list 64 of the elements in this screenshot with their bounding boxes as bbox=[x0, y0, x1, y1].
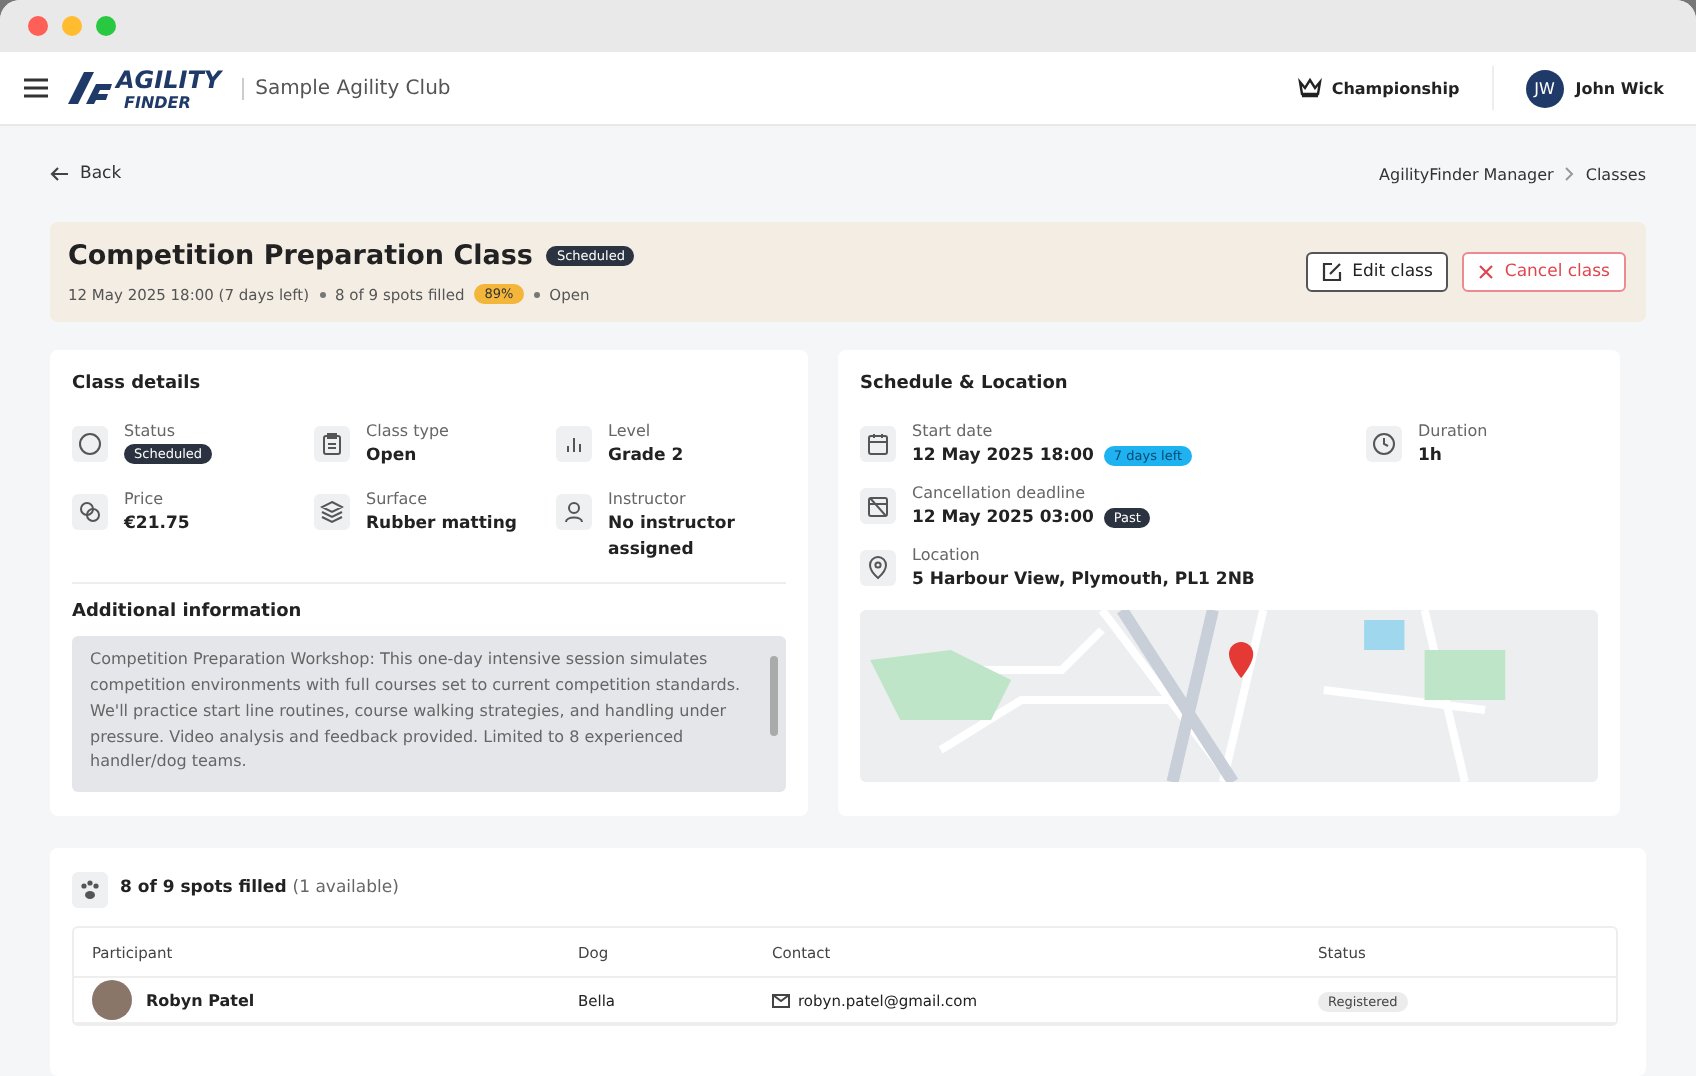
participant-name: Robyn Patel bbox=[146, 991, 255, 1010]
person-icon bbox=[562, 499, 587, 524]
circle-icon bbox=[78, 432, 102, 456]
field-label: Class type bbox=[366, 422, 449, 440]
card-title: Class details bbox=[72, 374, 203, 394]
logo-icon bbox=[68, 72, 112, 104]
cancel-button[interactable]: Cancel class bbox=[1462, 252, 1626, 292]
description-field[interactable]: Competition Preparation Workshop: This one-day intensive session simulates competition environments with full courses set to current competition standards. We'll practice start line routines, course walking strategies, and handling under pressure. Video analysis and feedback provided. Limited to 8 experienced handler/dog teams. bbox=[72, 636, 786, 793]
arrow-left-icon bbox=[50, 166, 70, 182]
clock-icon bbox=[1372, 432, 1396, 456]
calendar-icon bbox=[866, 432, 890, 456]
chevron-right-icon bbox=[1563, 166, 1576, 182]
crown-icon bbox=[1297, 78, 1322, 98]
bars-icon bbox=[562, 432, 587, 456]
separator-dot-icon bbox=[319, 291, 326, 297]
logo[interactable]: AGILITY FINDER bbox=[68, 65, 222, 111]
user-avatar[interactable]: JW bbox=[1525, 69, 1564, 107]
paw-icon bbox=[78, 878, 102, 903]
user-name[interactable]: John Wick bbox=[1575, 79, 1664, 97]
logo-text: FINDER bbox=[122, 93, 193, 111]
field-value: €21.75 bbox=[124, 511, 190, 537]
championship-link[interactable]: Championship bbox=[1297, 78, 1460, 98]
mail-icon bbox=[772, 993, 790, 1008]
edit-button[interactable]: Edit class bbox=[1306, 252, 1449, 292]
field-label: Price bbox=[124, 489, 164, 508]
field-value: Open bbox=[366, 444, 417, 470]
avatar-placeholder bbox=[92, 980, 132, 1021]
field-label: Surface bbox=[366, 489, 427, 508]
field-value: 1h bbox=[1418, 444, 1442, 470]
field-value: No instructor assigned bbox=[608, 511, 737, 563]
field-label: Location bbox=[912, 545, 980, 563]
breadcrumb-link[interactable]: AgilityFinder Manager bbox=[1379, 165, 1554, 183]
clipboard-icon bbox=[320, 432, 345, 456]
field-label: Duration bbox=[1418, 422, 1488, 440]
card-title: Schedule & Location bbox=[860, 374, 1070, 394]
breadcrumb-link[interactable]: Classes bbox=[1585, 165, 1646, 183]
location-pin-icon bbox=[866, 555, 890, 579]
back-link[interactable]: Back bbox=[50, 164, 122, 184]
class-title: Competition Preparation Class bbox=[68, 240, 533, 272]
minimize-window-icon[interactable] bbox=[62, 16, 82, 36]
close-window-icon[interactable] bbox=[28, 16, 48, 36]
field-label: Status bbox=[124, 422, 175, 440]
field-label: Level bbox=[608, 422, 651, 440]
spots-summary: 8 of 9 spots filled bbox=[120, 878, 287, 899]
field-label: Start date bbox=[912, 422, 993, 440]
map-drawing[interactable] bbox=[860, 610, 1598, 783]
field-value: 12 May 2025 18:00 bbox=[912, 444, 1094, 470]
layers-icon bbox=[320, 499, 345, 524]
field-value: Rubber matting bbox=[366, 511, 517, 537]
spots-available: (1 available) bbox=[292, 878, 399, 899]
edit-icon bbox=[1322, 262, 1343, 282]
club-name: Sample Agility Club bbox=[241, 77, 451, 99]
field-value: Grade 2 bbox=[608, 444, 684, 470]
section-title: Additional information bbox=[72, 602, 304, 623]
field-value: 5 Harbour View, Plymouth, PL1 2NB bbox=[912, 567, 1255, 593]
field-label: Cancellation deadline bbox=[912, 483, 1086, 502]
logo-text: AGILITY bbox=[116, 65, 222, 93]
menu-icon[interactable] bbox=[24, 78, 48, 98]
field-label: Instructor bbox=[608, 489, 686, 508]
maximize-window-icon[interactable] bbox=[96, 16, 116, 36]
crossed-calendar-icon bbox=[866, 493, 890, 518]
separator-dot-icon bbox=[533, 291, 540, 297]
close-icon bbox=[1478, 264, 1495, 280]
field-value: 12 May 2025 03:00 bbox=[912, 505, 1094, 531]
